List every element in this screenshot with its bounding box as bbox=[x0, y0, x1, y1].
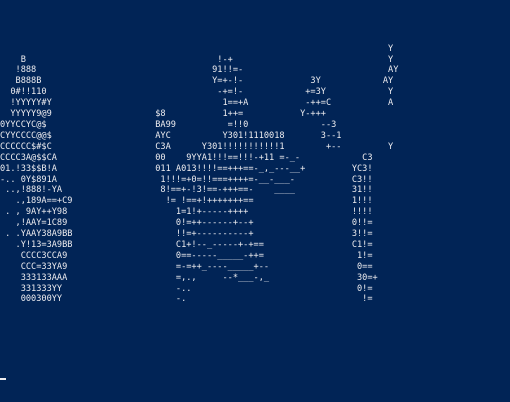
console-line: 331333YY -.. 0!= bbox=[0, 283, 373, 294]
console-line: YYYYY9@9 $8 1++= Y-+++ bbox=[0, 109, 326, 120]
console-line: ,!AAY=1C89 0!=++------+--+ 0!!= bbox=[0, 218, 373, 229]
console-line: CCCCCC$#$C C3A Y301!!!!!!!!!!!1 +-- Y bbox=[0, 141, 394, 152]
console-line: 01.!33$$B!A 011 A013!!!!==+++==-_,_---__… bbox=[0, 163, 373, 174]
console-line: ..,!888!-YA 8!==+-!3!==-+++==- ____ 31!! bbox=[0, 185, 373, 196]
console-line: 000300YY -. != bbox=[0, 294, 373, 305]
console-line: CCC=33YA9 =-=++_----_____+-- 0== bbox=[0, 261, 373, 272]
console-line: .Y!13=3A9BB C1+!--_-----+-+== C1!= bbox=[0, 239, 373, 250]
console-line: CYYCCCC@@$ AYC Y301!1110018 3--1 bbox=[0, 130, 342, 141]
console-line: !YYYYY#Y 1==+A -++=C A bbox=[0, 98, 394, 109]
console-line: 0#!!110 -+=!- +=3Y Y bbox=[0, 87, 394, 98]
console-window: Y B !-+ Y !888 91!!=- AY B888B Y=+-!- 3Y… bbox=[0, 0, 510, 402]
console-line: 0YYCCYC@$ BA99 =!!0 --3 bbox=[0, 119, 337, 130]
console-line: !888 91!!=- AY bbox=[0, 65, 399, 76]
console-line: CCCC3CCA9 0==-----_____-++= 1!= bbox=[0, 250, 373, 261]
ascii-art-output: Y B !-+ Y !888 91!!=- AY B888B Y=+-!- 3Y… bbox=[0, 0, 398, 305]
console-line: -.. 0Y$891A 1!!!=+0=!!===++++=-__-___- C… bbox=[0, 174, 373, 185]
console-line: B888B Y=+-!- 3Y AY bbox=[0, 76, 394, 87]
console-line: 333133AAA =,., --*___-,_ 30=+ bbox=[0, 272, 378, 283]
text-cursor bbox=[0, 378, 6, 380]
console-line: .,189A==+C9 != !==+!+++++++== 1!!! bbox=[0, 196, 373, 207]
console-line: . , 9AY++Y98 1=1!+-----++++ !!!! bbox=[0, 207, 373, 218]
console-line: B !-+ Y bbox=[0, 54, 394, 65]
console-line: Y bbox=[0, 43, 394, 54]
console-line: CCCC3A@$$CA 00 9YYA1!!!==!!!-+11 =-_- C3 bbox=[0, 152, 373, 163]
console-line: . .YAAY38A9BB !!=+----------+ 3!!= bbox=[0, 229, 373, 240]
